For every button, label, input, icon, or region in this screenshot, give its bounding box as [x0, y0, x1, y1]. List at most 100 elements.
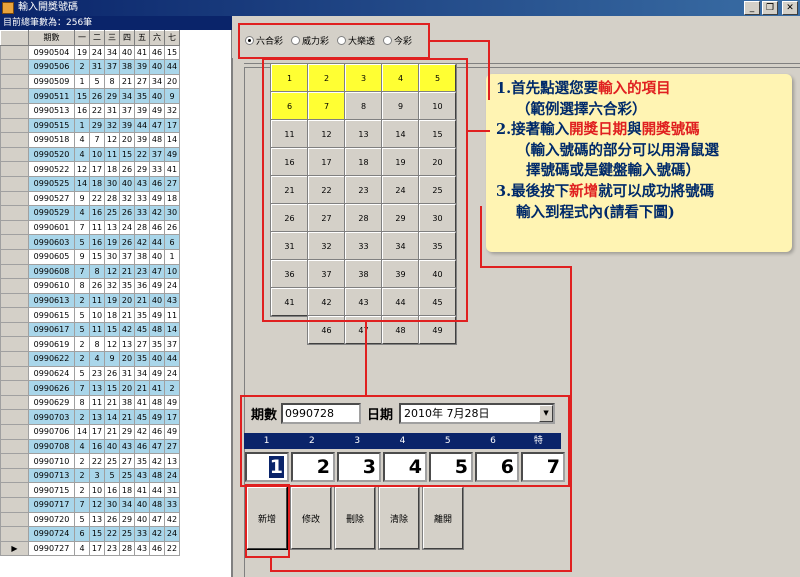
number-cell[interactable]: 46: [149, 44, 165, 61]
table-row[interactable]: 0990608 7 8 12 21 23 47 10: [0, 263, 180, 280]
number-cell[interactable]: 16: [74, 102, 90, 119]
number-cell[interactable]: 42: [149, 205, 165, 221]
row-selector[interactable]: [0, 365, 29, 382]
column-header[interactable]: 五: [134, 30, 150, 46]
chevron-down-icon[interactable]: ▼: [539, 405, 554, 422]
number-cell[interactable]: 49: [149, 409, 165, 426]
number-cell[interactable]: 48: [149, 394, 165, 411]
number-cell[interactable]: 25: [119, 526, 135, 542]
number-cell[interactable]: 21: [104, 424, 120, 440]
number-cell[interactable]: 8: [89, 263, 105, 280]
number-cell[interactable]: 38: [119, 394, 135, 411]
number-button[interactable]: 24: [381, 175, 420, 205]
number-cell[interactable]: 7: [74, 219, 90, 236]
number-cell[interactable]: 29: [119, 511, 135, 528]
number-cell[interactable]: 40: [149, 248, 165, 265]
table-row[interactable]: 0990603 5 16 19 26 42 44 6: [0, 234, 180, 250]
number-cell[interactable]: 7: [74, 263, 90, 280]
restore-button[interactable]: ❐: [762, 1, 778, 15]
number-cell[interactable]: 32: [104, 117, 120, 134]
number-button[interactable]: 35: [418, 231, 457, 261]
period-cell[interactable]: 0990525: [28, 175, 75, 192]
table-row[interactable]: 0990601 7 11 13 24 28 46 26: [0, 219, 180, 236]
row-selector[interactable]: [0, 59, 29, 75]
number-cell[interactable]: 21: [119, 263, 135, 280]
number-button[interactable]: 34: [381, 231, 420, 261]
table-row[interactable]: 0990527 9 22 28 32 33 49 18: [0, 190, 180, 207]
table-row[interactable]: 0990506 2 31 37 38 39 40 44: [0, 59, 180, 75]
number-button[interactable]: 8: [344, 91, 383, 121]
table-row[interactable]: 0990610 8 26 32 35 36 49 24: [0, 278, 180, 294]
number-cell[interactable]: 8: [74, 278, 90, 294]
number-button[interactable]: 14: [381, 119, 420, 149]
number-cell[interactable]: 36: [134, 278, 150, 294]
number-cell[interactable]: 29: [104, 88, 120, 104]
number-cell[interactable]: 21: [134, 380, 150, 396]
row-selector[interactable]: [0, 511, 29, 528]
period-cell[interactable]: 0990518: [28, 132, 75, 148]
number-cell[interactable]: 46: [149, 540, 165, 557]
number-cell[interactable]: 31: [89, 59, 105, 75]
number-cell[interactable]: 18: [119, 482, 135, 498]
number-cell[interactable]: 47: [149, 117, 165, 134]
number-cell[interactable]: 19: [104, 292, 120, 309]
number-cell[interactable]: 13: [119, 336, 135, 353]
number-cell[interactable]: 42: [149, 526, 165, 542]
number-button[interactable]: 43: [344, 287, 383, 317]
number-cell[interactable]: 22: [89, 102, 105, 119]
number-cell[interactable]: 33: [149, 161, 165, 177]
number-cell[interactable]: 26: [104, 511, 120, 528]
table-row[interactable]: 0990515 1 29 32 39 44 47 17: [0, 117, 180, 134]
number-cell[interactable]: 4: [89, 351, 105, 367]
table-row[interactable]: 0990619 2 8 12 13 27 35 37: [0, 336, 180, 353]
number-button[interactable]: 37: [307, 259, 346, 289]
row-selector[interactable]: [0, 307, 29, 323]
number-cell[interactable]: 38: [134, 248, 150, 265]
period-cell[interactable]: 0990506: [28, 59, 75, 75]
period-cell[interactable]: 0990529: [28, 205, 75, 221]
number-cell[interactable]: 49: [164, 394, 180, 411]
row-selector[interactable]: [0, 263, 29, 280]
number-cell[interactable]: 27: [119, 453, 135, 469]
row-selector[interactable]: [0, 234, 29, 250]
number-cell[interactable]: 23: [104, 540, 120, 557]
period-cell[interactable]: 0990710: [28, 453, 75, 469]
number-cell[interactable]: 6: [164, 234, 180, 250]
column-header[interactable]: 七: [164, 30, 180, 46]
number-cell[interactable]: 37: [164, 336, 180, 353]
table-row[interactable]: ▶ 0990727 4 17 23 28 43 46 22: [0, 540, 180, 557]
number-cell[interactable]: 14: [164, 132, 180, 148]
number-cell[interactable]: 14: [74, 424, 90, 440]
number-button[interactable]: 27: [307, 203, 346, 233]
row-selector[interactable]: [0, 394, 29, 411]
number-button[interactable]: 48: [381, 315, 420, 345]
table-row[interactable]: 0990509 1 5 8 21 27 34 20: [0, 73, 180, 90]
number-cell[interactable]: 28: [134, 219, 150, 236]
number-cell[interactable]: 11: [164, 307, 180, 323]
period-cell[interactable]: 0990509: [28, 73, 75, 90]
row-selector[interactable]: [0, 497, 29, 513]
number-cell[interactable]: 16: [89, 205, 105, 221]
number-cell[interactable]: 2: [164, 380, 180, 396]
number-cell[interactable]: 47: [149, 511, 165, 528]
number-cell[interactable]: 5: [89, 73, 105, 90]
table-row[interactable]: 0990703 2 13 14 21 45 49 17: [0, 409, 180, 426]
number-cell[interactable]: 18: [104, 307, 120, 323]
number-cell[interactable]: 48: [149, 321, 165, 338]
number-cell[interactable]: 10: [89, 146, 105, 163]
table-row[interactable]: 0990605 9 15 30 37 38 40 1: [0, 248, 180, 265]
number-cell[interactable]: 19: [104, 234, 120, 250]
number-cell[interactable]: 30: [164, 205, 180, 221]
number-cell[interactable]: 5: [74, 234, 90, 250]
number-cell[interactable]: 2: [74, 336, 90, 353]
number-cell[interactable]: 46: [149, 219, 165, 236]
period-cell[interactable]: 0990527: [28, 190, 75, 207]
period-cell[interactable]: 0990601: [28, 219, 75, 236]
period-cell[interactable]: 0990624: [28, 365, 75, 382]
column-header[interactable]: 期數: [28, 30, 75, 46]
number-cell[interactable]: 34: [119, 88, 135, 104]
number-button[interactable]: 28: [344, 203, 383, 233]
number-cell[interactable]: 4: [74, 146, 90, 163]
number-cell[interactable]: 15: [104, 321, 120, 338]
number-cell[interactable]: 33: [134, 190, 150, 207]
